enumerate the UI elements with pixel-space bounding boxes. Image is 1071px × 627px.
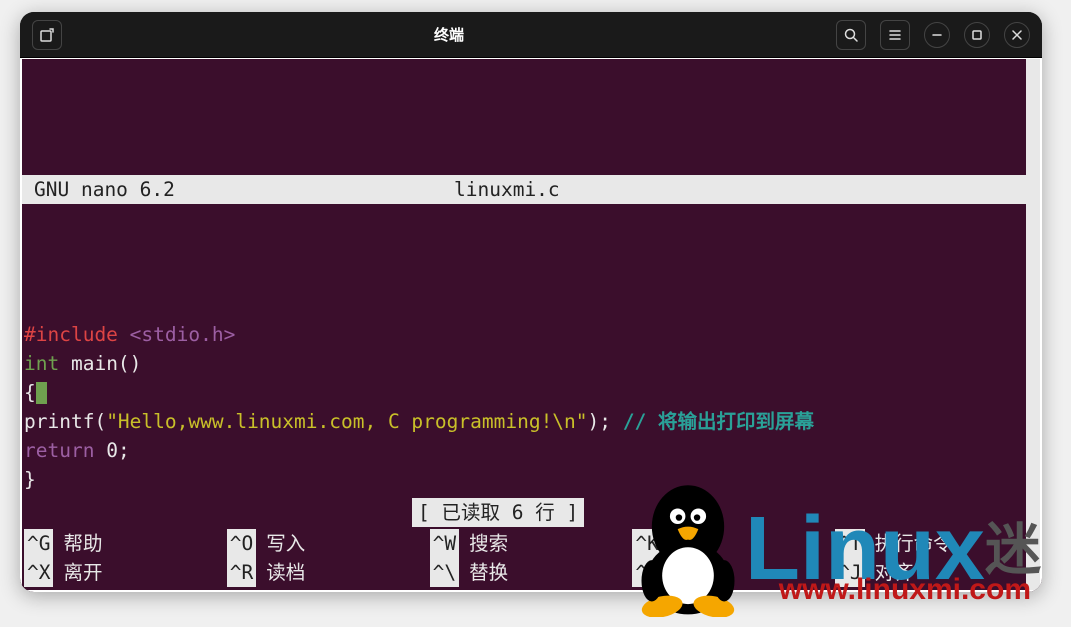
code-preproc: #include — [24, 323, 118, 346]
terminal-scrollbar[interactable] — [1026, 59, 1040, 590]
code-semi: ; — [118, 439, 130, 462]
code-call-end: ); — [588, 410, 623, 433]
shortcut-search[interactable]: ^W搜索 — [430, 529, 633, 558]
shortcut-writeout[interactable]: ^O写入 — [227, 529, 430, 558]
text-cursor — [36, 382, 47, 404]
code-comment: // 将输出打印到屏幕 — [623, 410, 814, 433]
code-zero: 0 — [94, 439, 117, 462]
maximize-icon — [969, 27, 985, 43]
shortcut-execute[interactable]: ^T执行命令 — [835, 529, 1038, 558]
shortcut-paste[interactable]: ^U粘贴 — [632, 558, 835, 587]
nano-filename: linuxmi.c — [454, 175, 560, 204]
nano-app-name: GNU nano 6.2 — [34, 175, 454, 204]
code-string: "Hello,www.linuxmi.com, C programming!\n… — [106, 410, 587, 433]
shortcut-cut[interactable]: ^K剪切 — [632, 529, 835, 558]
new-tab-icon — [39, 27, 55, 43]
nano-editor-area[interactable]: #include <stdio.h> int main() { printf("… — [22, 291, 1040, 523]
shortcut-help[interactable]: ^G帮助 — [24, 529, 227, 558]
minimize-button[interactable] — [924, 22, 950, 48]
terminal-content[interactable]: GNU nano 6.2 linuxmi.c #include <stdio.h… — [20, 58, 1042, 592]
window-title: 终端 — [66, 24, 832, 45]
nano-titlebar: GNU nano 6.2 linuxmi.c — [22, 175, 1040, 204]
nano-status-message: [ 已读取 6 行 ] — [412, 498, 584, 527]
close-icon — [1009, 27, 1025, 43]
search-icon — [843, 27, 859, 43]
code-keyword-int: int — [24, 352, 59, 375]
shortcut-readfile[interactable]: ^R读档 — [227, 558, 430, 587]
hamburger-icon — [887, 27, 903, 43]
code-header: <stdio.h> — [130, 323, 236, 346]
shortcut-exit[interactable]: ^X离开 — [24, 558, 227, 587]
code-printf: printf( — [24, 410, 106, 433]
code-brace-open: { — [24, 381, 36, 404]
minimize-icon — [929, 27, 945, 43]
terminal-window: 终端 GNU nano 6.2 linuxmi.c #include — [20, 12, 1042, 592]
menu-button[interactable] — [880, 20, 910, 50]
code-keyword-return: return — [24, 439, 94, 462]
close-button[interactable] — [1004, 22, 1030, 48]
shortcut-replace[interactable]: ^\替换 — [430, 558, 633, 587]
shortcut-justify[interactable]: ^J对齐 — [835, 558, 1038, 587]
window-titlebar: 终端 — [20, 12, 1042, 58]
search-button[interactable] — [836, 20, 866, 50]
code-main: main() — [59, 352, 141, 375]
new-tab-button[interactable] — [32, 20, 62, 50]
code-brace-close: } — [24, 468, 36, 491]
nano-shortcut-bar: ^G帮助 ^O写入 ^W搜索 ^K剪切 ^T执行命令 ^X离开 ^R读档 ^\替… — [24, 529, 1038, 587]
maximize-button[interactable] — [964, 22, 990, 48]
